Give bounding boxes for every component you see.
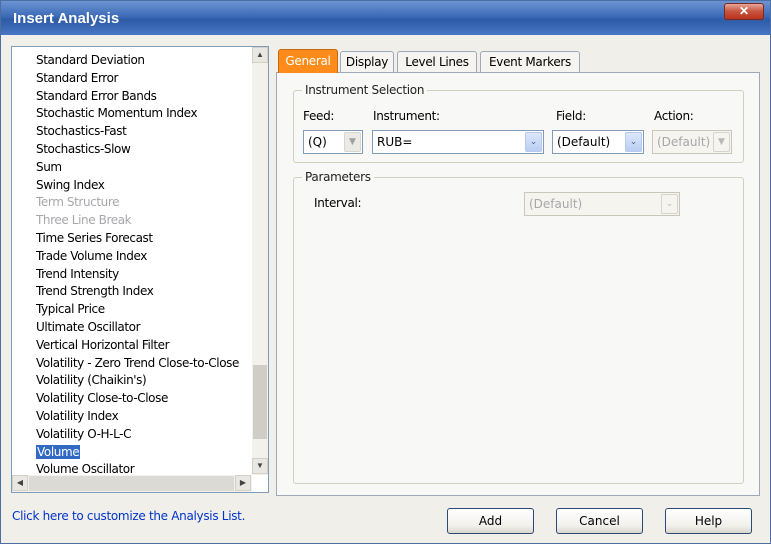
list-item[interactable]: Three Line Break (35, 212, 252, 230)
list-item[interactable]: Standard Deviation (35, 52, 252, 70)
list-item[interactable]: Stochastics-Slow (35, 141, 252, 159)
list-item-label: Time Series Forecast (36, 230, 153, 245)
list-item[interactable]: Volatility O-H-L-C (35, 426, 252, 444)
list-item-label: Three Line Break (36, 213, 132, 228)
list-item-label: Stochastics-Slow (36, 141, 131, 156)
feed-value: (Q) (308, 135, 327, 149)
list-item[interactable]: Volatility Index (35, 408, 252, 426)
list-item[interactable]: Swing Index (35, 177, 252, 195)
feed-label: Feed: (303, 109, 335, 123)
scroll-up-icon[interactable]: ▲ (252, 47, 268, 63)
list-item-label: Volatility (Chaikin's) (36, 373, 147, 388)
instrument-combobox[interactable]: RUB= ⌄ (372, 130, 544, 154)
list-item[interactable]: Trend Intensity (35, 266, 252, 284)
list-item-label: Sum (36, 159, 62, 174)
dropdown-arrow-icon[interactable]: ▼ (344, 132, 361, 152)
parameters-title: Parameters (302, 170, 374, 184)
vertical-scrollbar[interactable]: ▲ ▼ (252, 47, 268, 475)
list-item-label: Trade Volume Index (36, 248, 147, 263)
field-value: (Default) (557, 135, 611, 149)
horizontal-scrollbar[interactable]: ◀ ▶ (12, 475, 252, 492)
list-item-label: Volume Oscillator (36, 462, 135, 475)
tab-event-markers[interactable]: Event Markers (480, 51, 580, 73)
list-item-label: Term Structure (36, 195, 120, 210)
field-label: Field: (556, 109, 586, 123)
list-item[interactable]: Vertical Horizontal Filter (35, 337, 252, 355)
list-item[interactable]: Standard Error Bands (35, 88, 252, 106)
interval-dropdown: (Default) ⌄ (524, 192, 680, 216)
list-item-label: Standard Error (36, 70, 119, 85)
list-item[interactable]: Volatility (Chaikin's) (35, 372, 252, 390)
interval-label: Interval: (314, 196, 362, 210)
title-bar[interactable]: Insert Analysis ✕ (1, 1, 770, 35)
list-item-label: Typical Price (36, 302, 105, 317)
insert-analysis-dialog: Insert Analysis ✕ Standard Deviation Stan… (0, 0, 771, 544)
list-item-label: Stochastics-Fast (36, 124, 127, 139)
list-item-label: Vertical Horizontal Filter (36, 337, 170, 352)
instrument-selection-group: Instrument Selection Feed: (Q) ▼ Instrum… (293, 83, 744, 163)
list-item[interactable]: Stochastic Momentum Index (35, 105, 252, 123)
list-item[interactable]: Stochastics-Fast (35, 123, 252, 141)
list-item[interactable]: Typical Price (35, 301, 252, 319)
list-item[interactable]: Volume Oscillator (35, 461, 252, 475)
horizontal-scroll-thumb[interactable] (29, 476, 234, 491)
instrument-label: Instrument: (373, 109, 440, 123)
feed-dropdown[interactable]: (Q) ▼ (303, 130, 363, 154)
list-item[interactable]: Standard Error (35, 70, 252, 88)
list-item[interactable]: Volatility - Zero Trend Close-to-Close (35, 355, 252, 373)
action-label: Action: (654, 109, 694, 123)
scroll-left-icon[interactable]: ◀ (12, 475, 28, 491)
parameters-group: Parameters Interval: (Default) ⌄ (293, 170, 744, 484)
list-item[interactable]: Sum (35, 159, 252, 177)
scroll-down-icon[interactable]: ▼ (252, 458, 268, 474)
list-item-label: Standard Error Bands (36, 88, 157, 103)
list-item[interactable]: Time Series Forecast (35, 230, 252, 248)
list-item[interactable]: Ultimate Oscillator (35, 319, 252, 337)
list-item-label: Volatility Close-to-Close (36, 391, 168, 406)
analysis-listbox[interactable]: Standard Deviation Standard Error Standard… (12, 47, 252, 475)
instrument-value: RUB= (377, 135, 413, 149)
list-item[interactable]: Term Structure (35, 194, 252, 212)
chevron-down-icon: ⌄ (661, 194, 678, 214)
analysis-list-panel: Standard Deviation Standard Error Standard… (11, 46, 269, 493)
list-item[interactable]: Volatility Close-to-Close (35, 390, 252, 408)
list-item-label: Volume (36, 444, 81, 459)
list-item-label: Volatility Index (36, 408, 119, 423)
chevron-down-icon[interactable]: ⌄ (525, 132, 542, 152)
list-item-label: Standard Deviation (36, 53, 145, 67)
interval-value: (Default) (529, 197, 583, 211)
action-value: (Default) (657, 135, 711, 149)
list-item[interactable]: Trend Strength Index (35, 283, 252, 301)
help-button[interactable]: Help (665, 508, 752, 534)
chevron-down-icon[interactable]: ⌄ (625, 132, 642, 152)
tab-display[interactable]: Display (340, 51, 394, 73)
dialog-title: Insert Analysis (13, 10, 120, 27)
tab-general[interactable]: General (278, 49, 338, 73)
list-item-label: Trend Strength Index (36, 284, 154, 299)
cancel-button[interactable]: Cancel (556, 508, 643, 534)
list-item[interactable]: Volume (35, 444, 252, 462)
action-dropdown: (Default) ▼ (652, 130, 732, 154)
tab-level-lines[interactable]: Level Lines (397, 51, 477, 73)
add-button[interactable]: Add (447, 508, 534, 534)
field-dropdown[interactable]: (Default) ⌄ (552, 130, 644, 154)
close-button[interactable]: ✕ (724, 3, 764, 20)
scroll-right-icon[interactable]: ▶ (235, 475, 251, 491)
general-tab-panel: Instrument Selection Feed: (Q) ▼ Instrum… (276, 72, 760, 496)
customize-analysis-list-link[interactable]: Click here to customize the Analysis Lis… (12, 509, 245, 523)
list-item[interactable]: Trade Volume Index (35, 248, 252, 266)
list-item-label: Ultimate Oscillator (36, 319, 141, 334)
instrument-selection-title: Instrument Selection (302, 83, 428, 97)
list-item-label: Trend Intensity (36, 266, 119, 281)
vertical-scroll-thumb[interactable] (253, 365, 267, 439)
list-item-label: Swing Index (36, 177, 105, 192)
list-item-label: Stochastic Momentum Index (36, 106, 198, 121)
dropdown-arrow-icon: ▼ (713, 132, 730, 152)
list-item-label: Volatility - Zero Trend Close-to-Close (36, 355, 239, 370)
list-item-label: Volatility O-H-L-C (36, 426, 132, 441)
